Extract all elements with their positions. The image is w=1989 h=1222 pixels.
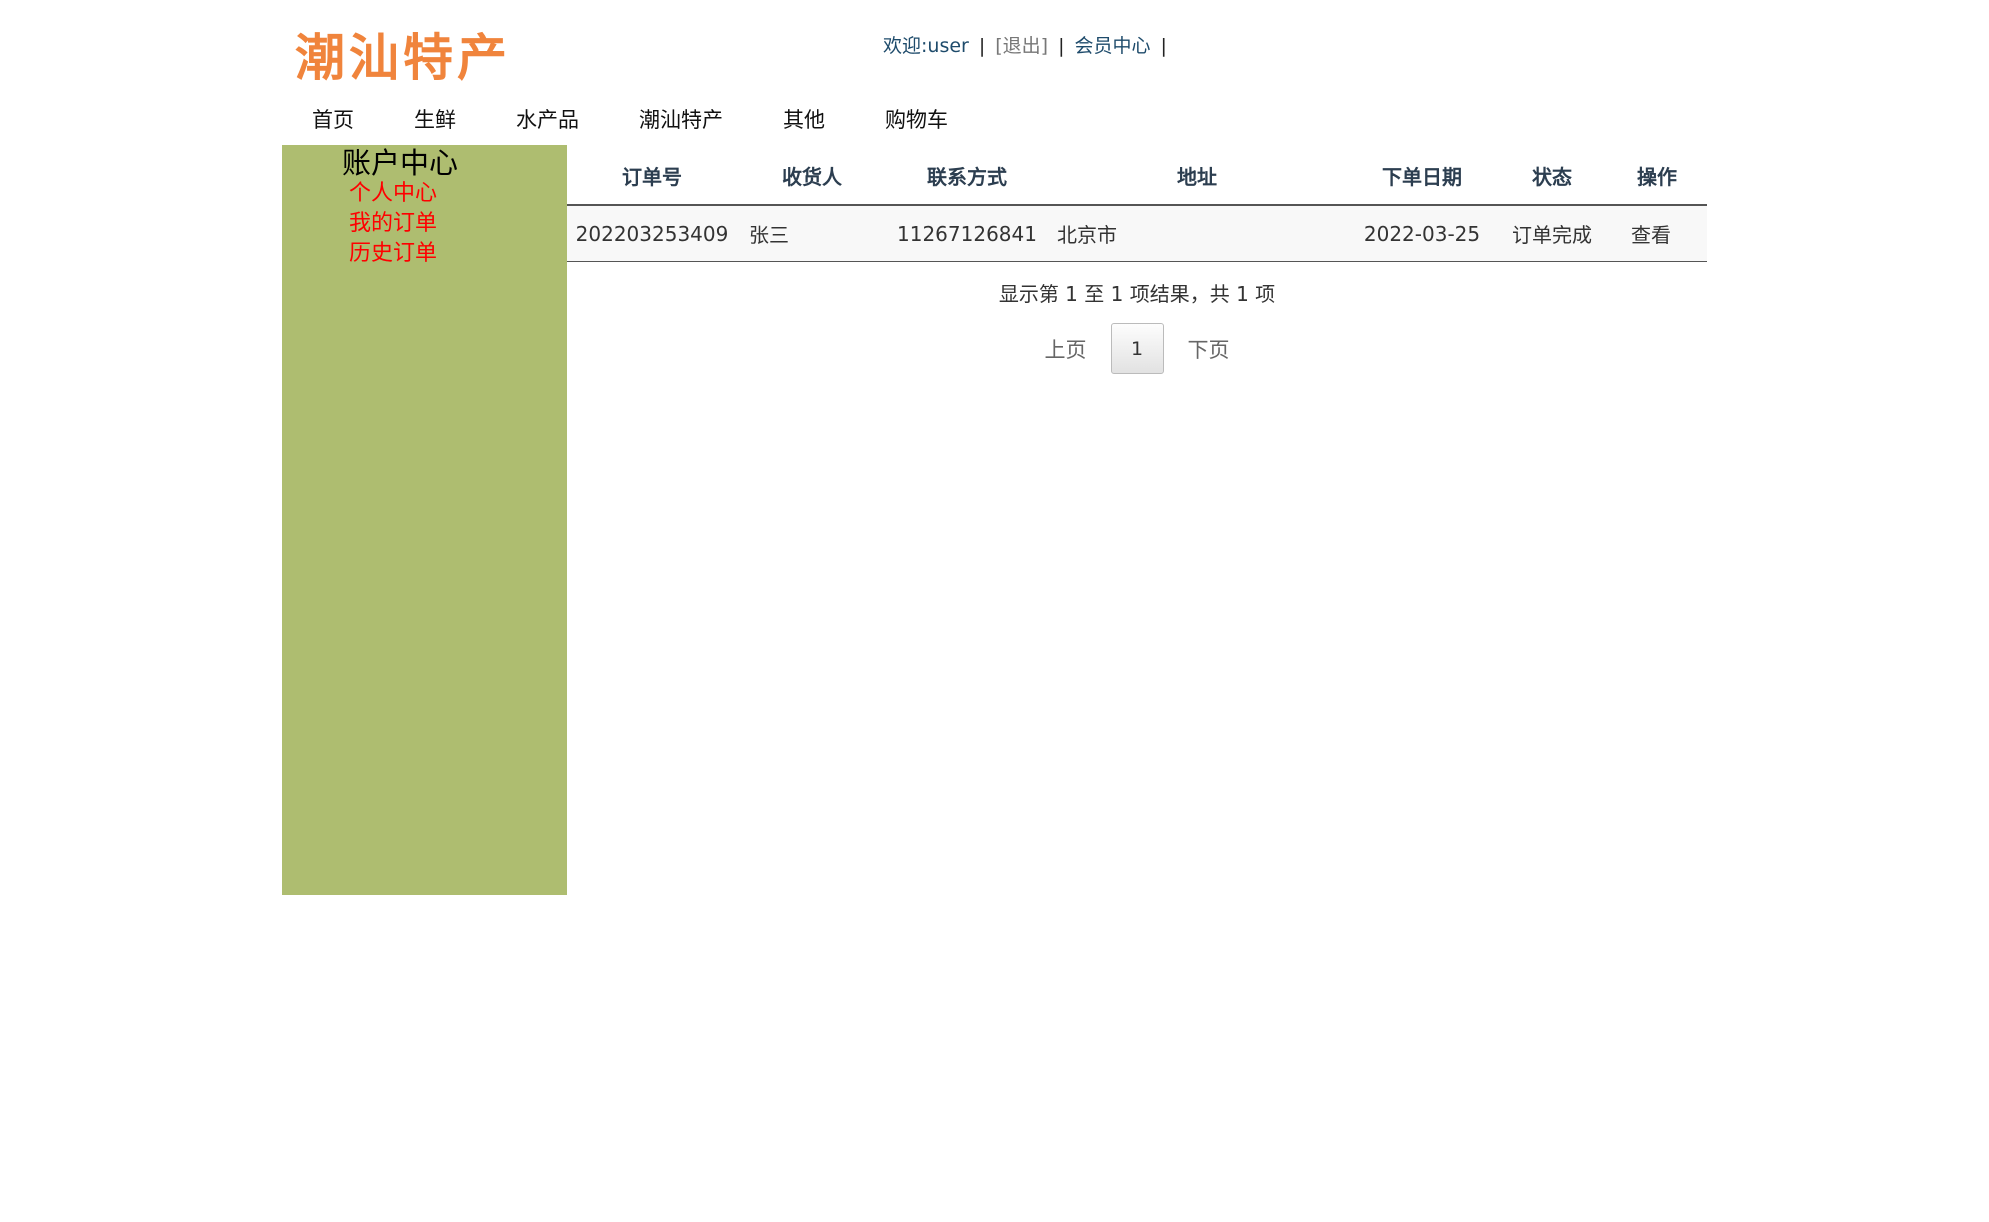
welcome-user-link[interactable]: 欢迎:user: [883, 35, 969, 57]
cell-contact: 11267126841: [887, 205, 1047, 262]
sidebar-menu: 个人中心 我的订单 历史订单: [349, 179, 437, 269]
separator: |: [1160, 35, 1167, 57]
orders-table: 订单号 收货人 联系方式 地址 下单日期 状态 操作 202203253409 …: [567, 147, 1707, 262]
nav-item-specialty[interactable]: 潮汕特产: [639, 104, 723, 134]
sidebar-item-my-orders[interactable]: 我的订单: [349, 209, 437, 239]
nav-item-other[interactable]: 其他: [783, 104, 825, 134]
user-bar: 欢迎:user | [退出] | 会员中心 |: [883, 32, 1177, 60]
prev-page-button[interactable]: 上页: [1021, 334, 1111, 364]
nav-item-cart[interactable]: 购物车: [885, 104, 948, 134]
table-row: 202203253409 张三 11267126841 北京市 2022-03-…: [567, 205, 1707, 262]
main-nav: 首页 生鲜 水产品 潮汕特产 其他 购物车: [312, 102, 948, 136]
column-header-recipient[interactable]: 收货人: [737, 147, 887, 206]
sidebar-item-profile[interactable]: 个人中心: [349, 179, 437, 209]
nav-item-aquatic[interactable]: 水产品: [516, 104, 579, 134]
cell-order-no: 202203253409: [567, 205, 737, 262]
results-summary: 显示第 1 至 1 项结果，共 1 项: [998, 282, 1276, 306]
cell-address: 北京市: [1047, 205, 1347, 262]
column-header-status[interactable]: 状态: [1497, 147, 1607, 206]
separator: |: [978, 35, 986, 57]
nav-item-fresh[interactable]: 生鲜: [414, 104, 456, 134]
view-order-link[interactable]: 查看: [1607, 205, 1707, 262]
pagination: 上页 1 下页: [567, 323, 1707, 374]
cell-recipient: 张三: [737, 205, 887, 262]
sidebar-title: 账户中心: [342, 146, 459, 180]
account-sidebar: 账户中心 个人中心 我的订单 历史订单: [282, 145, 567, 895]
nav-item-home[interactable]: 首页: [312, 104, 354, 134]
logout-link[interactable]: [退出]: [995, 35, 1048, 57]
column-header-order-no[interactable]: 订单号: [567, 147, 737, 206]
column-header-date[interactable]: 下单日期: [1347, 147, 1497, 206]
column-header-address[interactable]: 地址: [1047, 147, 1347, 206]
cell-status: 订单完成: [1497, 205, 1607, 262]
column-header-contact[interactable]: 联系方式: [887, 147, 1047, 206]
cell-date: 2022-03-25: [1347, 205, 1497, 262]
next-page-button[interactable]: 下页: [1164, 334, 1254, 364]
page: 潮汕特产 欢迎:user | [退出] | 会员中心 | 首页 生鲜 水产品 潮汕特产 其…: [0, 0, 1989, 1222]
column-header-action[interactable]: 操作: [1607, 147, 1707, 206]
page-number-button[interactable]: 1: [1110, 323, 1164, 374]
site-logo[interactable]: 潮汕特产: [295, 22, 511, 94]
separator: |: [1058, 35, 1065, 57]
member-center-link[interactable]: 会员中心: [1074, 35, 1150, 57]
table-header-row: 订单号 收货人 联系方式 地址 下单日期 状态 操作: [567, 147, 1707, 206]
sidebar-item-order-history[interactable]: 历史订单: [349, 239, 437, 269]
